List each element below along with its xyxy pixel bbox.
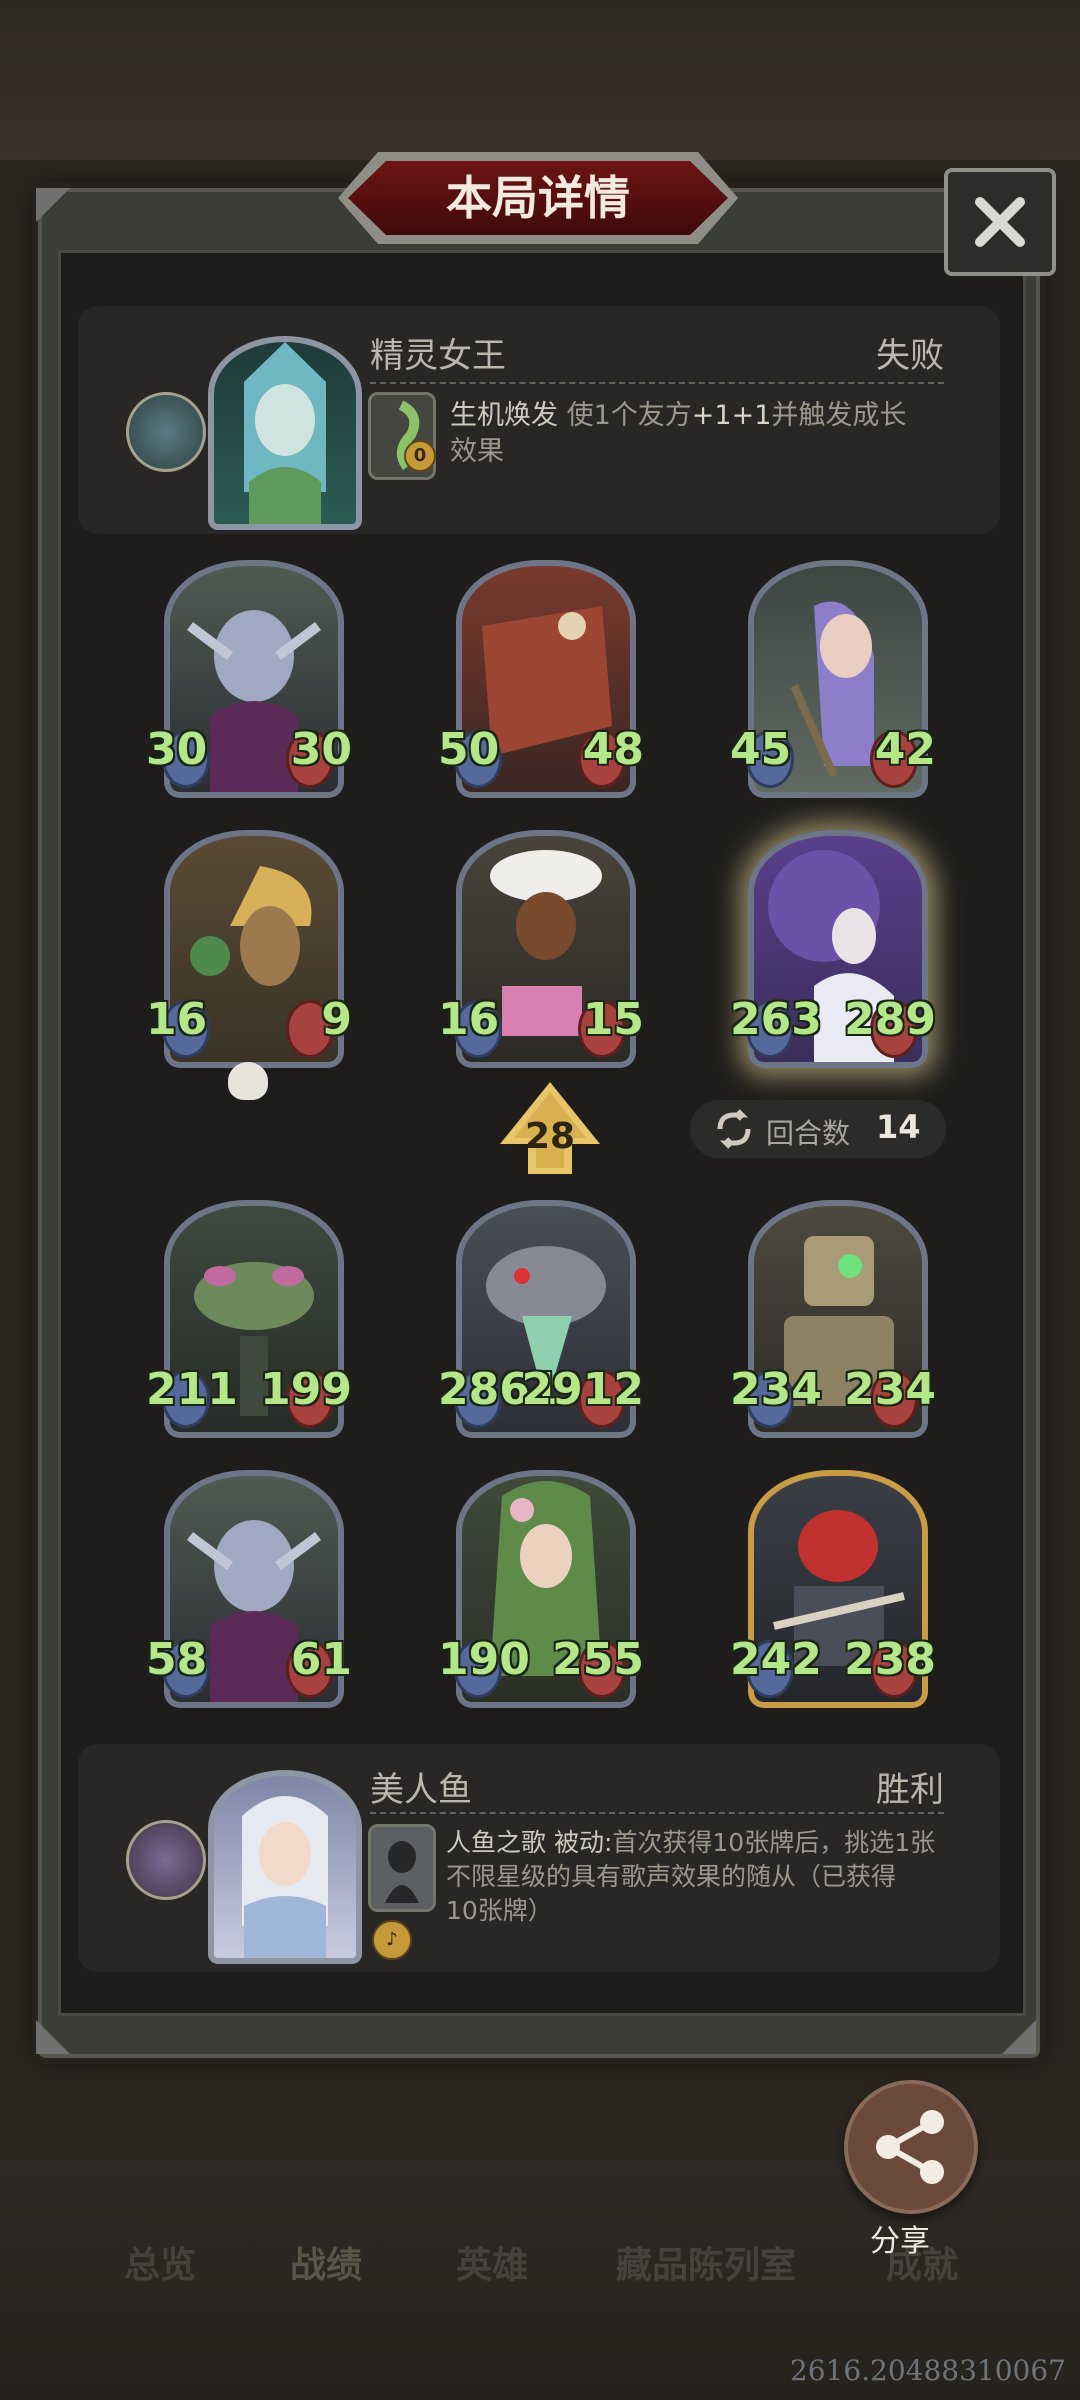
minion-health: 30: [290, 724, 352, 775]
minion-health: 9: [321, 994, 352, 1045]
minion-health: 238: [844, 1634, 936, 1685]
minion-attack: 234: [730, 1364, 822, 1415]
player-name: 美人鱼: [370, 1770, 472, 1810]
turn-value: 14: [876, 1108, 921, 1146]
minion-health: 61: [290, 1634, 352, 1685]
player-badge-icon: [126, 1820, 206, 1900]
opponent-badge-icon: [126, 392, 206, 472]
minion-health: 15: [582, 994, 644, 1045]
player-summary: 美人鱼 胜利 ♪ 人鱼之歌 被动:首次获得10张牌后，挑选1张 不限星级的具有歌…: [78, 1744, 1000, 1972]
minion-card[interactable]: 16 15: [438, 830, 644, 1076]
minion-card[interactable]: 242 238: [730, 1470, 936, 1716]
tab-record[interactable]: 战绩: [290, 2236, 362, 2288]
minion-attack: 190: [438, 1634, 530, 1685]
minion-attack: 16: [438, 994, 500, 1045]
close-button[interactable]: [944, 168, 1056, 276]
refresh-icon: [717, 1109, 751, 1149]
minion-attack: 263: [730, 994, 822, 1045]
minion-card[interactable]: 211 199: [146, 1200, 352, 1446]
minion-card[interactable]: 190 255: [438, 1470, 644, 1716]
share-label: 分享: [870, 2224, 930, 2259]
minion-card[interactable]: 263 289: [730, 830, 936, 1076]
minion-attack: 30: [146, 724, 208, 775]
player-power-text: 人鱼之歌 被动:首次获得10张牌后，挑选1张 不限星级的具有歌声效果的随从（已获…: [446, 1828, 936, 1925]
minion-card[interactable]: 30 30: [146, 560, 352, 806]
player-hero-portrait[interactable]: [208, 1770, 362, 1964]
dialog-title: 本局详情: [446, 171, 630, 225]
divider: [370, 382, 944, 384]
minion-card[interactable]: 234 234: [730, 1200, 936, 1446]
minion-card[interactable]: 16 9: [146, 830, 352, 1100]
minion-health: 2912: [521, 1364, 644, 1415]
minion-attack: 58: [146, 1634, 208, 1685]
minion-attack: 16: [146, 994, 208, 1045]
divider: [370, 1812, 944, 1814]
tier-value: 28: [524, 1116, 576, 1157]
skull-icon: [228, 1062, 268, 1100]
opponent-power-text: 生机焕发 使1个友方+1+1并触发成长 效果: [450, 400, 907, 467]
minion-card[interactable]: 2861 2912: [438, 1200, 644, 1446]
title-banner: 本局详情: [338, 152, 738, 244]
tavern-tier: 28: [500, 1082, 600, 1174]
top-background: [0, 0, 1080, 160]
opponent-hero-portrait[interactable]: [208, 336, 362, 530]
minion-health: 289: [844, 994, 936, 1045]
minion-health: 234: [844, 1364, 936, 1415]
minion-attack: 45: [730, 724, 792, 775]
opponent-name: 精灵女王: [370, 336, 506, 376]
minion-health: 255: [552, 1634, 644, 1685]
minion-card[interactable]: 45 42: [730, 560, 936, 806]
turn-label: 回合数: [766, 1117, 851, 1150]
turn-counter: 回合数 14: [690, 1100, 946, 1158]
tab-overview[interactable]: 总览: [124, 2236, 196, 2288]
opponent-result: 失败: [876, 336, 944, 376]
share-icon: [876, 2110, 944, 2184]
minion-attack: 50: [438, 724, 500, 775]
close-icon: [975, 197, 1025, 247]
watermark-text: 2616.20488310067: [789, 2354, 1066, 2387]
hero-power-icon[interactable]: [368, 1824, 436, 1912]
player-result: 胜利: [876, 1770, 944, 1810]
tab-collection[interactable]: 藏品陈列室: [616, 2236, 796, 2288]
minion-health: 48: [582, 724, 644, 775]
minion-card[interactable]: 50 48: [438, 560, 644, 806]
minion-attack: 242: [730, 1634, 822, 1685]
share-button[interactable]: [844, 2080, 978, 2214]
opponent-summary: 精灵女王 失败 0 生机焕发 使1个友方+1+1并触发成长 效果: [78, 306, 1000, 534]
minion-health: 42: [874, 724, 936, 775]
minion-attack: 211: [146, 1364, 238, 1415]
minion-health: 199: [260, 1364, 352, 1415]
passive-coin-icon: ♪: [372, 1920, 412, 1960]
minion-card[interactable]: 58 61: [146, 1470, 352, 1716]
tab-heroes[interactable]: 英雄: [456, 2236, 528, 2288]
power-cost-coin: 0: [404, 440, 436, 472]
